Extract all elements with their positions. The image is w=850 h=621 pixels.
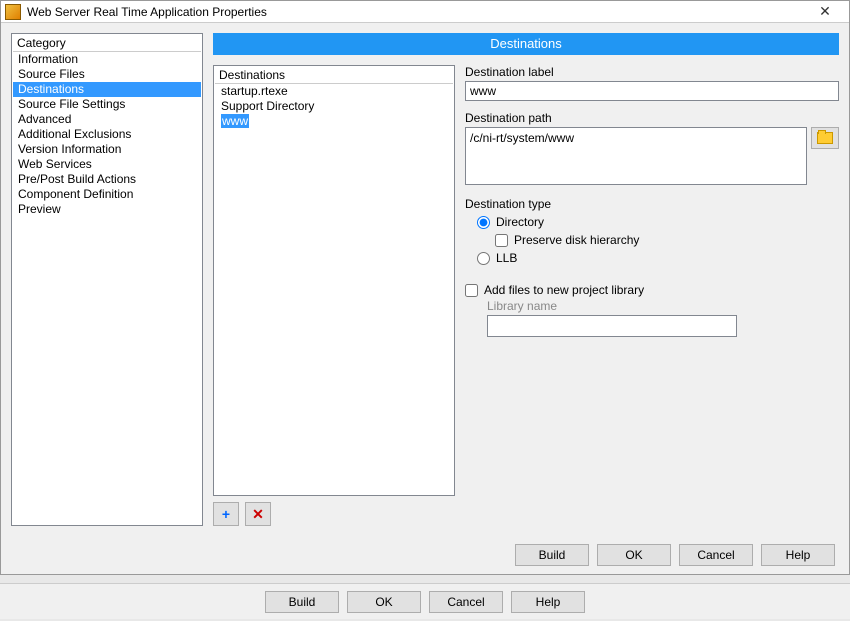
window-title: Web Server Real Time Application Propert… — [27, 5, 805, 19]
destinations-list-header: Destinations — [215, 67, 453, 84]
bg-ok-button[interactable]: OK — [347, 591, 421, 613]
radio-llb-input[interactable] — [477, 252, 490, 265]
properties-dialog: Web Server Real Time Application Propert… — [0, 0, 850, 575]
library-name-label: Library name — [487, 299, 839, 313]
bg-build-button[interactable]: Build — [265, 591, 339, 613]
destination-path-label: Destination path — [465, 111, 839, 125]
category-item-component-definition[interactable]: Component Definition — [13, 187, 201, 202]
category-item-web-services[interactable]: Web Services — [13, 157, 201, 172]
category-item-pre-post-build-actions[interactable]: Pre/Post Build Actions — [13, 172, 201, 187]
destination-type-label: Destination type — [465, 197, 839, 211]
dest-item-support-directory[interactable]: Support Directory — [215, 99, 453, 114]
destination-label-label: Destination label — [465, 65, 839, 79]
ok-button[interactable]: OK — [597, 544, 671, 566]
list-button-row: + ✕ — [213, 502, 455, 526]
page-column: Destinations Destinations startup.rtexe … — [213, 33, 839, 526]
background-dialog-footer: Build OK Cancel Help — [0, 583, 850, 619]
destinations-column: Destinations startup.rtexe Support Direc… — [213, 65, 455, 526]
checkbox-preserve-hierarchy-input[interactable] — [495, 234, 508, 247]
page-content: Destinations startup.rtexe Support Direc… — [213, 65, 839, 526]
category-item-preview[interactable]: Preview — [13, 202, 201, 217]
help-button[interactable]: Help — [761, 544, 835, 566]
radio-directory-input[interactable] — [477, 216, 490, 229]
checkbox-preserve-hierarchy-label: Preserve disk hierarchy — [514, 231, 639, 249]
category-item-information[interactable]: Information — [13, 52, 201, 67]
titlebar: Web Server Real Time Application Propert… — [1, 1, 849, 23]
radio-directory[interactable]: Directory — [477, 213, 839, 231]
category-header: Category — [13, 35, 201, 52]
library-name-input — [487, 315, 737, 337]
folder-icon — [817, 132, 833, 144]
radio-llb-label: LLB — [496, 249, 517, 267]
app-icon — [5, 4, 21, 20]
category-item-source-file-settings[interactable]: Source File Settings — [13, 97, 201, 112]
dialog-body: Category Information Source Files Destin… — [1, 23, 849, 536]
x-icon[interactable]: ✕ — [245, 502, 271, 526]
category-item-advanced[interactable]: Advanced — [13, 112, 201, 127]
radio-directory-label: Directory — [496, 213, 544, 231]
cancel-button[interactable]: Cancel — [679, 544, 753, 566]
category-item-source-files[interactable]: Source Files — [13, 67, 201, 82]
category-item-additional-exclusions[interactable]: Additional Exclusions — [13, 127, 201, 142]
destination-path-input[interactable]: /c/ni-rt/system/www — [465, 127, 807, 185]
plus-icon[interactable]: + — [213, 502, 239, 526]
checkbox-add-files-library-input[interactable] — [465, 284, 478, 297]
radio-llb[interactable]: LLB — [477, 249, 839, 267]
checkbox-add-files-library-label: Add files to new project library — [484, 281, 644, 299]
dialog-footer: Build OK Cancel Help — [1, 536, 849, 574]
close-icon[interactable]: ✕ — [805, 2, 845, 22]
category-item-version-information[interactable]: Version Information — [13, 142, 201, 157]
checkbox-add-files-library[interactable]: Add files to new project library — [465, 281, 839, 299]
dest-item-startup[interactable]: startup.rtexe — [215, 84, 453, 99]
page-title: Destinations — [213, 33, 839, 55]
destination-label-input[interactable] — [465, 81, 839, 101]
dest-item-www[interactable]: www — [215, 114, 453, 129]
bg-help-button[interactable]: Help — [511, 591, 585, 613]
checkbox-preserve-hierarchy[interactable]: Preserve disk hierarchy — [495, 231, 839, 249]
destination-form: Destination label Destination path /c/ni… — [465, 65, 839, 526]
category-list[interactable]: Category Information Source Files Destin… — [11, 33, 203, 526]
bg-cancel-button[interactable]: Cancel — [429, 591, 503, 613]
destinations-list[interactable]: Destinations startup.rtexe Support Direc… — [213, 65, 455, 496]
browse-button[interactable] — [811, 127, 839, 149]
category-item-destinations[interactable]: Destinations — [13, 82, 201, 97]
build-button[interactable]: Build — [515, 544, 589, 566]
